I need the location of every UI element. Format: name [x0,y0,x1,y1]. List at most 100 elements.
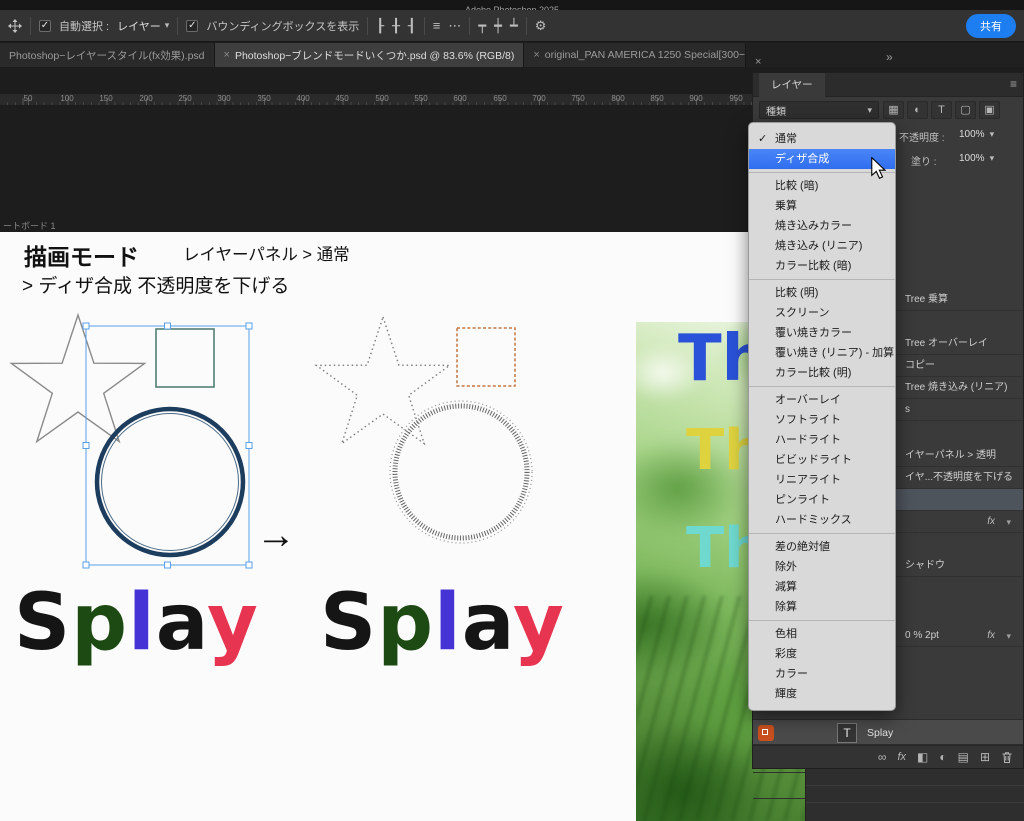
layer-filter-row: 種類 ▾ ▦ ◐ T ▢ ▣ [753,97,1023,123]
selected-layer-row-splay[interactable]: T Splay [753,719,1023,745]
horizontal-ruler: 50 100 150 200 250 300 350 400 450 500 5… [0,94,752,106]
artboard-name-label[interactable]: ートボード 1 [3,219,56,232]
align-center-icon[interactable]: ╂ [392,19,400,33]
fill-value-dropdown[interactable]: 100% ▾ [959,153,994,164]
align-left-icon[interactable]: ┠ [376,19,384,33]
new-layer-icon[interactable]: ⊞ [980,750,990,764]
opacity-value-dropdown[interactable]: 100% ▾ [959,129,994,140]
tab-pan-america-doc[interactable]: × original_PAN AMERICA 1250 Special[300− [524,43,746,67]
more-options-icon[interactable]: ⋯ [448,19,461,33]
fx-badge[interactable]: fx [987,511,995,533]
filter-kind-dropdown[interactable]: 種類 ▾ [759,101,879,119]
selected-layer-name[interactable]: Splay [867,720,893,746]
filter-shape-layers-icon[interactable]: ▢ [955,101,976,119]
menu-item-color-burn[interactable]: 焼き込みカラー [749,216,895,236]
menu-item-lighter-color[interactable]: カラー比較 (明) [749,363,895,383]
menu-item-darken[interactable]: 比較 (暗) [749,176,895,196]
title-bar: Adobe Photoshop 2025 [0,0,1024,10]
opacity-label: 不透明度 : [899,129,945,144]
distribute-top-icon[interactable]: ┯ [478,19,486,33]
bounding-box-label: バウンディングボックスを表示 [206,18,359,34]
divider [424,17,425,35]
panel-menu-icon[interactable]: ≡ [1010,77,1017,91]
menu-item-color[interactable]: カラー [749,664,895,684]
star-shape [11,315,144,442]
menu-item-soft-light[interactable]: ソフトライト [749,410,895,430]
canvas-heading-note: レイヤーパネル > 通常 [183,241,350,265]
artboard[interactable]: 描画モード レイヤーパネル > 通常 > ディザ合成 不透明度を下げる → Sp… [0,232,806,821]
auto-select-label: 自動選択 : [59,18,109,34]
menu-separator [749,533,895,534]
layer-style-fx-icon[interactable]: fx [897,750,906,764]
tab-layer-style-doc[interactable]: Photoshop−レイヤースタイル(fx効果).psd [0,43,215,67]
distribute-menu-icon[interactable]: ≡ [433,19,441,33]
close-icon[interactable]: × [224,49,230,61]
filter-adjustment-layers-icon[interactable]: ◐ [907,101,928,119]
filter-pixel-layers-icon[interactable]: ▦ [883,101,904,119]
menu-item-difference[interactable]: 差の絶対値 [749,537,895,557]
delete-layer-trash-icon[interactable] [1001,751,1013,764]
dithered-circle-halo [390,401,532,543]
type-layer-thumbnail[interactable]: T [837,723,857,743]
distribute-bottom-icon[interactable]: ┷ [510,19,518,33]
menu-item-normal[interactable]: ✓通常 [749,129,895,149]
divider [177,17,178,35]
menu-item-screen[interactable]: スクリーン [749,303,895,323]
dithered-circle-shape [395,406,527,538]
circle-shape-inner [102,414,239,551]
menu-item-divide[interactable]: 除算 [749,597,895,617]
chevron-down-icon[interactable]: ▾ [1006,511,1011,533]
panel-row[interactable] [806,786,1024,803]
menu-item-hard-light[interactable]: ハードライト [749,430,895,450]
chevron-down-icon[interactable]: ▾ [1006,625,1011,647]
blend-mode-menu: ✓通常 ディザ合成 比較 (暗) 乗算 焼き込みカラー 焼き込み (リニア) カ… [748,122,896,711]
menu-item-lighten[interactable]: 比較 (明) [749,283,895,303]
dithered-star-shape [316,317,449,444]
divider [469,17,470,35]
menu-item-exclusion[interactable]: 除外 [749,557,895,577]
arrow-glyph: → [256,513,296,558]
menu-item-saturation[interactable]: 彩度 [749,644,895,664]
layers-panel-tab[interactable]: レイヤー [759,73,825,97]
adjustment-layer-icon[interactable]: ◐ [939,750,946,764]
close-icon[interactable]: × [533,49,539,61]
menu-item-overlay[interactable]: オーバーレイ [749,390,895,410]
layer-mask-icon[interactable]: ◧ [917,750,928,764]
filter-type-layers-icon[interactable]: T [931,101,952,119]
panel-close-icon[interactable]: × [755,56,761,68]
align-right-icon[interactable]: ┨ [408,19,416,33]
menu-item-hard-mix[interactable]: ハードミックス [749,510,895,530]
menu-item-linear-dodge[interactable]: 覆い焼き (リニア) - 加算 [749,343,895,363]
gear-icon[interactable]: ⚙ [535,19,547,33]
auto-select-dropdown[interactable]: レイヤー ▾ [117,18,169,34]
selection-bounding-box [86,326,249,565]
panel-dock-strip: × » [744,50,1024,72]
chevron-down-icon: ▾ [990,129,995,140]
fx-badge[interactable]: fx [987,625,995,647]
share-button[interactable]: 共有 [966,14,1016,38]
menu-item-vivid-light[interactable]: ビビッドライト [749,450,895,470]
menu-item-hue[interactable]: 色相 [749,624,895,644]
menu-item-darker-color[interactable]: カラー比較 (暗) [749,256,895,276]
link-layers-icon[interactable]: ∞ [878,750,887,764]
new-group-icon[interactable]: ▤ [958,750,969,764]
filter-smart-objects-icon[interactable]: ▣ [979,101,1000,119]
menu-item-color-dodge[interactable]: 覆い焼きカラー [749,323,895,343]
divider [526,17,527,35]
auto-select-checkbox[interactable]: ✓ [39,20,51,32]
collapse-panels-icon[interactable]: » [886,50,893,64]
canvas-subheading: > ディザ合成 不透明度を下げる [22,271,289,298]
menu-item-linear-light[interactable]: リニアライト [749,470,895,490]
menu-item-multiply[interactable]: 乗算 [749,196,895,216]
splay-text-dithered: Splay [320,584,565,662]
bounding-box-checkbox[interactable]: ✓ [186,20,198,32]
menu-item-luminosity[interactable]: 輝度 [749,684,895,704]
panel-tab-bar: レイヤー ≡ [753,73,1023,97]
menu-item-linear-burn[interactable]: 焼き込み (リニア) [749,236,895,256]
menu-item-pin-light[interactable]: ピンライト [749,490,895,510]
panel-row[interactable] [806,769,1024,786]
menu-item-subtract[interactable]: 減算 [749,577,895,597]
menu-separator [749,279,895,280]
distribute-middle-icon[interactable]: ┿ [494,19,502,33]
tab-blend-modes-doc[interactable]: × Photoshop−ブレンドモードいくつか.psd @ 83.6% (RGB… [215,43,525,67]
